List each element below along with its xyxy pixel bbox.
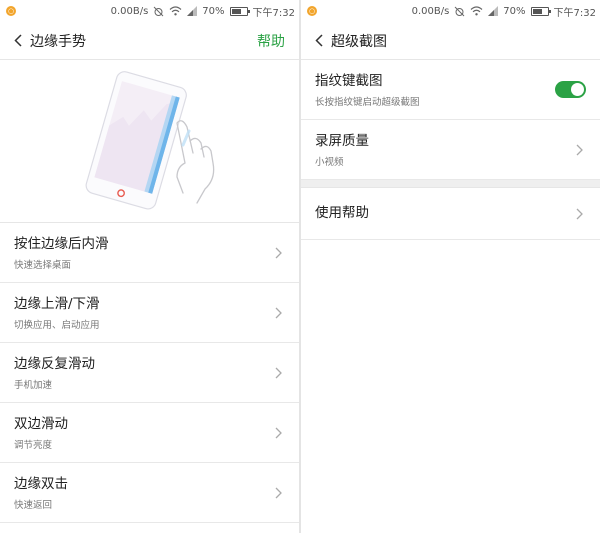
battery-icon bbox=[229, 6, 250, 16]
page-title: 超级截图 bbox=[331, 33, 387, 50]
battery-percent: 70% bbox=[503, 5, 526, 17]
list-item-subtitle: 快速选择桌面 bbox=[14, 259, 72, 271]
list-item-edge-repeat-swipe[interactable]: 边缘反复滑动 手机加速 bbox=[0, 343, 299, 403]
signal-icon bbox=[187, 6, 198, 16]
list-item-hold-edge-slide-in[interactable]: 按住边缘后内滑 快速选择桌面 bbox=[0, 223, 299, 283]
list-item-recording-quality[interactable]: 录屏质量 小视频 bbox=[301, 120, 600, 180]
clock: 下午7:32 bbox=[252, 7, 295, 19]
status-indicators: 0.00B/s 70% 下午7:32 bbox=[111, 4, 295, 19]
wifi-icon bbox=[169, 6, 182, 16]
list-item-title: 边缘双击 bbox=[14, 475, 68, 492]
chevron-right-icon bbox=[275, 486, 285, 500]
list-item-title: 录屏质量 bbox=[315, 132, 369, 149]
clock: 下午7:32 bbox=[553, 7, 596, 19]
alarm-off-icon bbox=[454, 6, 465, 16]
section-divider bbox=[301, 180, 600, 188]
network-speed: 0.00B/s bbox=[411, 5, 450, 17]
back-button[interactable] bbox=[311, 31, 327, 51]
gesture-illustration bbox=[0, 60, 299, 223]
fingerprint-screenshot-toggle[interactable] bbox=[555, 81, 586, 98]
list-item-title: 按住边缘后内滑 bbox=[14, 235, 109, 252]
gesture-list: 按住边缘后内滑 快速选择桌面 边缘上滑/下滑 切换应用、启动应用 边缘反复滑动 … bbox=[0, 223, 299, 523]
list-item-title: 使用帮助 bbox=[315, 205, 369, 221]
nav-bar: 超级截图 bbox=[301, 22, 600, 60]
list-item-subtitle: 快速返回 bbox=[14, 499, 53, 511]
edge-gesture-screen: ○ 0.00B/s 70% 下午7:32 边缘手势 帮助 按住边缘后内滑 快速选… bbox=[0, 0, 299, 533]
list-item-title: 边缘反复滑动 bbox=[14, 355, 95, 372]
battery-icon bbox=[530, 6, 551, 16]
page-title: 边缘手势 bbox=[30, 33, 86, 50]
chevron-right-icon bbox=[275, 246, 285, 260]
list-item-subtitle: 长按指纹键启动超级截图 bbox=[315, 96, 420, 108]
phone-edge-gesture-illustration bbox=[85, 71, 214, 210]
alarm-off-icon bbox=[153, 6, 164, 16]
chevron-right-icon bbox=[275, 306, 285, 320]
list-item-dual-edge-swipe[interactable]: 双边滑动 调节亮度 bbox=[0, 403, 299, 463]
list-item-subtitle: 手机加速 bbox=[14, 379, 53, 391]
chevron-right-icon bbox=[275, 426, 285, 440]
list-item-subtitle: 切换应用、启动应用 bbox=[14, 319, 100, 331]
list-item-usage-help[interactable]: 使用帮助 bbox=[301, 188, 600, 240]
toggle-knob bbox=[571, 83, 584, 96]
nav-bar: 边缘手势 帮助 bbox=[0, 22, 299, 60]
chevron-right-icon bbox=[275, 366, 285, 380]
list-item-subtitle: 小视频 bbox=[315, 156, 344, 168]
battery-percent: 70% bbox=[202, 5, 225, 17]
help-button[interactable]: 帮助 bbox=[257, 31, 285, 51]
list-item-title: 指纹键截图 bbox=[315, 72, 383, 89]
list-item-title: 边缘上滑/下滑 bbox=[14, 295, 100, 312]
super-screenshot-screen: ○ 0.00B/s 70% 下午7:32 超级截图 指纹键截图 长按指纹键启动超… bbox=[301, 0, 600, 533]
list-item-subtitle: 调节亮度 bbox=[14, 439, 53, 451]
chevron-left-icon bbox=[14, 34, 22, 47]
chevron-left-icon bbox=[315, 34, 323, 47]
chevron-right-icon bbox=[576, 143, 586, 157]
signal-icon bbox=[488, 6, 499, 16]
notification-icon: ○ bbox=[6, 6, 16, 16]
list-item-fingerprint-screenshot: 指纹键截图 长按指纹键启动超级截图 bbox=[301, 60, 600, 120]
status-indicators: 0.00B/s 70% 下午7:32 bbox=[412, 4, 596, 19]
list-item-edge-swipe-up-down[interactable]: 边缘上滑/下滑 切换应用、启动应用 bbox=[0, 283, 299, 343]
back-button[interactable] bbox=[10, 31, 26, 51]
status-bar: ○ 0.00B/s 70% 下午7:32 bbox=[0, 0, 299, 22]
network-speed: 0.00B/s bbox=[110, 5, 149, 17]
status-bar: ○ 0.00B/s 70% 下午7:32 bbox=[301, 0, 600, 22]
list-item-edge-double-tap[interactable]: 边缘双击 快速返回 bbox=[0, 463, 299, 523]
list-item-title: 双边滑动 bbox=[14, 415, 68, 432]
notification-icon: ○ bbox=[307, 6, 317, 16]
chevron-right-icon bbox=[576, 207, 586, 221]
wifi-icon bbox=[470, 6, 483, 16]
